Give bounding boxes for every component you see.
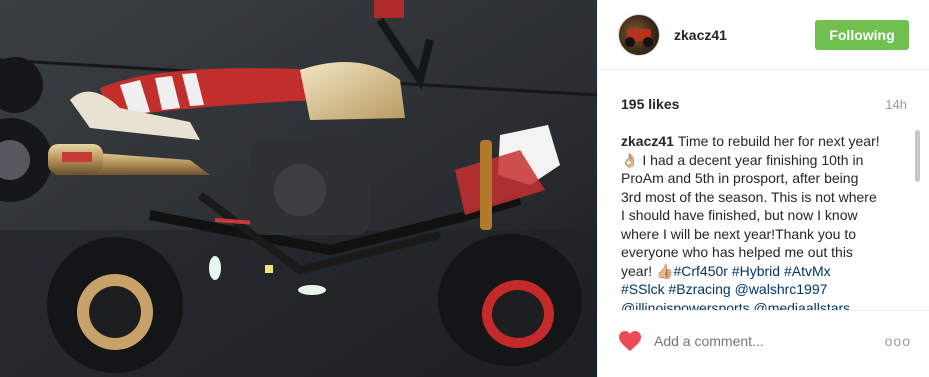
likes-row: 195 likes 14h xyxy=(598,70,929,112)
mention-links[interactable]: @illinoispowersports @mediaallstars xyxy=(621,300,850,311)
post-timestamp[interactable]: 14h xyxy=(885,97,907,112)
more-options-icon[interactable]: ooo xyxy=(885,333,911,349)
heart-icon[interactable] xyxy=(618,330,642,352)
caption-line-7: everyone who has helped me out this xyxy=(621,244,853,260)
add-comment-input[interactable] xyxy=(654,333,885,349)
caption: zkacz41 Time to rebuild her for next yea… xyxy=(621,132,911,310)
caption-line-5: I should have finished, but now I know xyxy=(621,207,858,223)
caption-line-4: 3rd most of the season. This is not wher… xyxy=(621,188,877,205)
post-sidebar: zkacz41 Following 195 likes 14h zkacz41 … xyxy=(597,0,929,377)
username-link[interactable]: zkacz41 xyxy=(674,27,815,43)
caption-username[interactable]: zkacz41 xyxy=(621,133,678,149)
hashtag-links-1[interactable]: #Crf450r #Hybrid #AtvMx xyxy=(673,263,830,279)
post-header: zkacz41 Following xyxy=(598,0,929,70)
caption-line-2: 👌🏼 I had a decent year finishing 10th in xyxy=(621,151,864,168)
caption-line-3: ProAm and 5th in prosport, after being xyxy=(621,170,859,186)
atv-photo-image xyxy=(0,0,597,377)
avatar[interactable] xyxy=(618,13,660,56)
caption-line-6: where I will be next year!Thank you to xyxy=(621,225,857,242)
likes-count[interactable]: 195 likes xyxy=(621,96,679,112)
caption-line-8: year! 👍🏼 xyxy=(621,262,674,279)
post-photo[interactable] xyxy=(0,0,597,377)
comment-bar: ooo xyxy=(618,330,911,352)
caption-line-1: Time to rebuild her for next year! xyxy=(677,133,880,149)
caption-scrollbar[interactable] xyxy=(915,130,920,182)
following-button[interactable]: Following xyxy=(815,19,909,50)
hashtag-links-2[interactable]: #SSlck #Bzracing @walshrc1997 xyxy=(621,281,827,297)
divider xyxy=(618,310,929,311)
